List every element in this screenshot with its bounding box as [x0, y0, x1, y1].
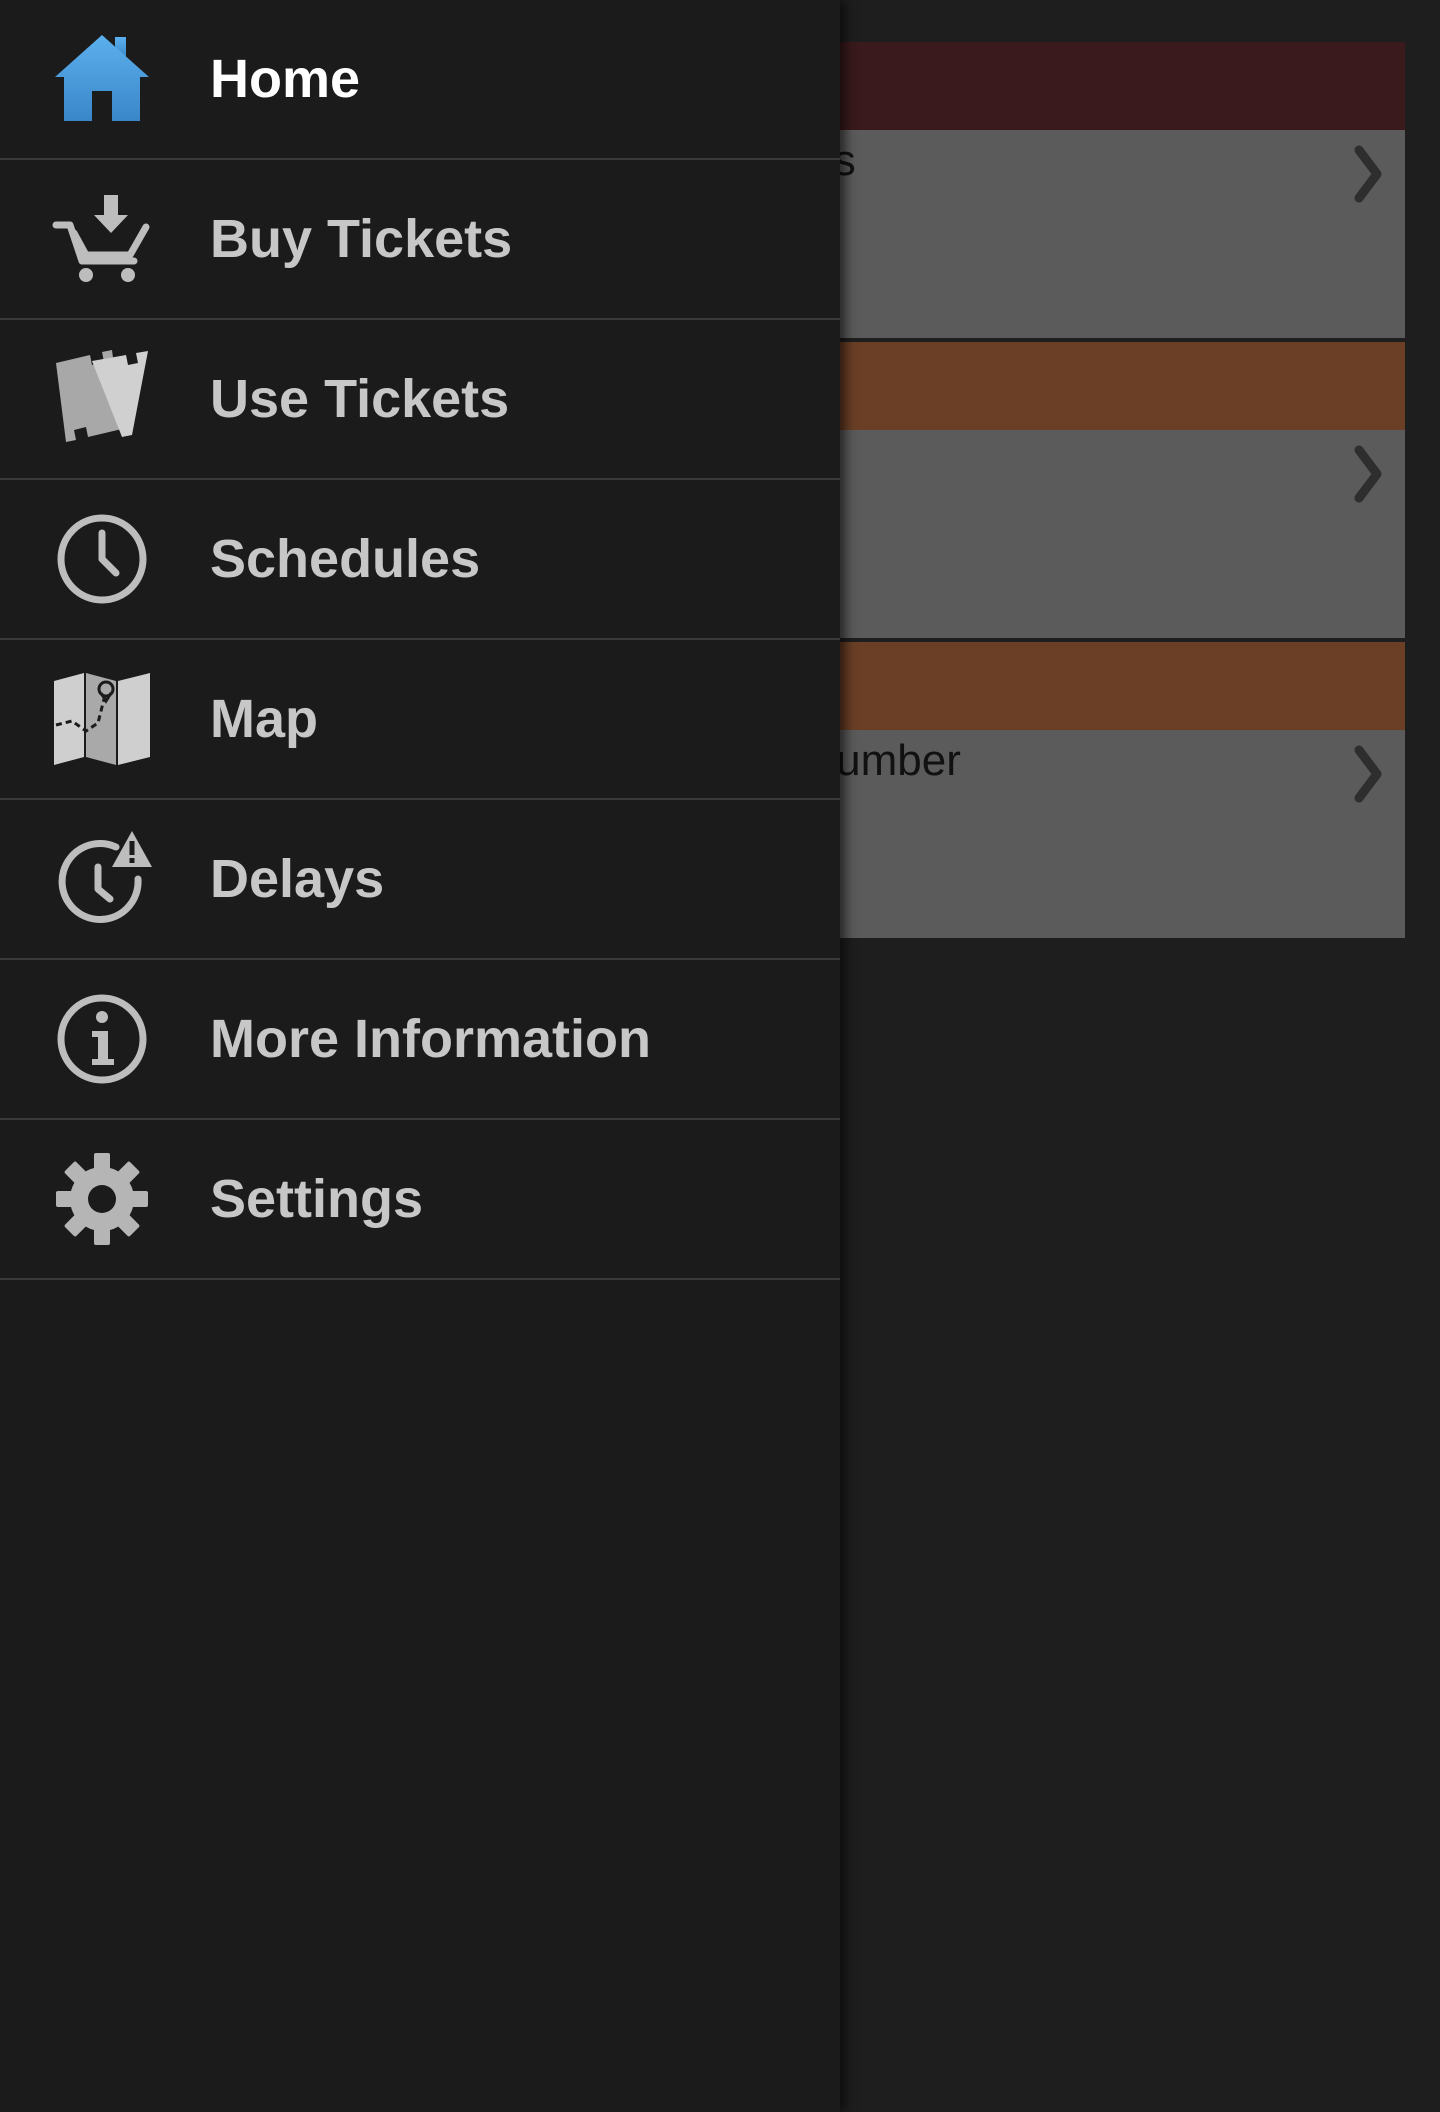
nav-item-schedules[interactable]: Schedules: [0, 480, 840, 640]
nav-item-use-tickets[interactable]: Use Tickets: [0, 320, 840, 480]
nav-label-delays: Delays: [210, 849, 385, 909]
clock-icon: [52, 509, 152, 609]
cart-download-icon: [52, 189, 152, 289]
nav-item-buy-tickets[interactable]: Buy Tickets: [0, 160, 840, 320]
nav-label-schedules: Schedules: [210, 529, 481, 589]
gear-icon: [52, 1149, 152, 1249]
chevron-right-icon: [1354, 445, 1382, 503]
clock-warning-icon: [52, 829, 152, 929]
home-icon: [52, 29, 152, 129]
nav-item-settings[interactable]: Settings: [0, 1120, 840, 1280]
tickets-icon: [52, 349, 152, 449]
nav-label-buy-tickets: Buy Tickets: [210, 209, 513, 269]
navigation-drawer: Home Buy Tickets Use Tickets Schedules M…: [0, 0, 840, 2112]
nav-label-more-information: More Information: [210, 1009, 651, 1069]
app-screen: kets e number: [0, 0, 1440, 2112]
nav-item-delays[interactable]: Delays: [0, 800, 840, 960]
nav-label-home: Home: [210, 49, 361, 109]
nav-label-settings: Settings: [210, 1169, 424, 1229]
chevron-right-icon: [1354, 145, 1382, 203]
nav-item-map[interactable]: Map: [0, 640, 840, 800]
nav-item-home[interactable]: Home: [0, 0, 840, 160]
nav-label-map: Map: [210, 689, 318, 749]
nav-label-use-tickets: Use Tickets: [210, 369, 510, 429]
info-icon: [52, 989, 152, 1089]
map-icon: [52, 669, 152, 769]
chevron-right-icon: [1354, 745, 1382, 803]
nav-item-more-information[interactable]: More Information: [0, 960, 840, 1120]
